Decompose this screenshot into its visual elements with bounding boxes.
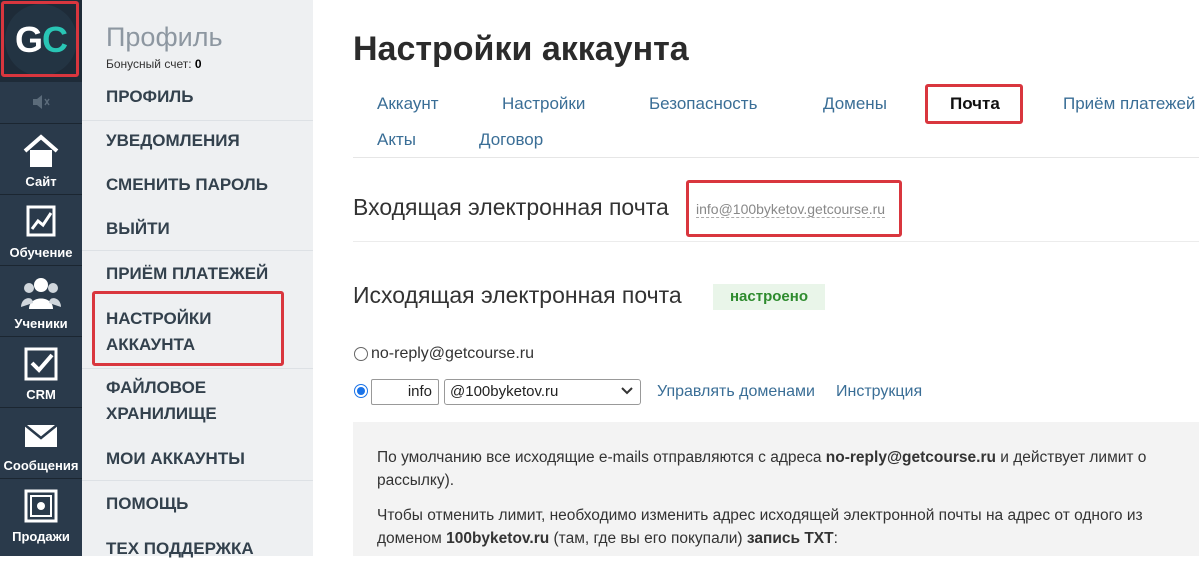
rail-label-messages: Сообщения bbox=[3, 458, 79, 473]
envelope-icon bbox=[24, 424, 58, 447]
account-settings-highlight bbox=[92, 291, 284, 366]
rail-label-learning: Обучение bbox=[9, 245, 73, 260]
menu-item-logout[interactable]: ВЫЙТИ bbox=[106, 216, 170, 242]
chevron-down-icon bbox=[621, 387, 633, 395]
info-text: и действует лимит о bbox=[995, 449, 1147, 466]
info-notice: По умолчанию все исходящие e-mails отпра… bbox=[353, 422, 1199, 556]
info-text: По умолчанию все исходящие e-mails отпра… bbox=[377, 449, 826, 466]
menu-item-notifications[interactable]: УВЕДОМЛЕНИЯ bbox=[106, 128, 240, 154]
menu-divider bbox=[82, 368, 313, 369]
icon-rail: GC Сайт Обучение Ученики CRM Сообщения П… bbox=[0, 0, 82, 556]
info-bold-domain: 100byketov.ru bbox=[446, 530, 550, 547]
menu-item-file-storage[interactable]: ФАЙЛОВОЕ ХРАНИЛИЩЕ bbox=[106, 375, 217, 427]
menu-item-line: ХРАНИЛИЩЕ bbox=[106, 404, 217, 423]
page-title: Настройки аккаунта bbox=[353, 30, 689, 68]
menu-divider bbox=[82, 250, 313, 251]
rail-item-learning[interactable]: Обучение bbox=[0, 194, 82, 265]
radio-default-sender-label[interactable]: no-reply@getcourse.ru bbox=[371, 345, 534, 363]
profile-menu: Профиль Бонусный счет: 0 ПРОФИЛЬ УВЕДОМЛ… bbox=[82, 0, 313, 558]
section-divider bbox=[353, 241, 1199, 242]
tab-acts[interactable]: Акты bbox=[377, 130, 416, 150]
tab-account[interactable]: Аккаунт bbox=[377, 94, 439, 114]
rail-label-site: Сайт bbox=[25, 174, 57, 189]
outgoing-email-label: Исходящая электронная почта bbox=[353, 282, 682, 308]
safe-icon bbox=[24, 489, 58, 523]
home-icon bbox=[23, 134, 59, 167]
menu-item-payments[interactable]: ПРИЁМ ПЛАТЕЖЕЙ bbox=[106, 261, 268, 287]
domain-select[interactable]: @100byketov.ru bbox=[444, 379, 641, 405]
tab-domains[interactable]: Домены bbox=[823, 94, 887, 114]
rail-label-crm: CRM bbox=[26, 387, 56, 402]
menu-item-tech-support[interactable]: ТЕХ ПОДДЕРЖКА bbox=[106, 536, 254, 562]
checkbox-icon bbox=[24, 347, 58, 381]
menu-item-change-password[interactable]: СМЕНИТЬ ПАРОЛЬ bbox=[106, 172, 268, 198]
radio-selected-dot bbox=[357, 387, 365, 395]
bonus-label: Бонусный счет: bbox=[106, 57, 192, 71]
menu-item-my-accounts[interactable]: МОИ АККАУНТЫ bbox=[106, 446, 245, 472]
info-text: : bbox=[833, 530, 838, 547]
rail-item-site[interactable]: Сайт bbox=[0, 123, 82, 194]
menu-divider bbox=[82, 120, 313, 121]
rail-item-sales[interactable]: Продажи bbox=[0, 478, 82, 549]
tab-settings[interactable]: Настройки bbox=[502, 94, 585, 114]
rail-item-crm[interactable]: CRM bbox=[0, 336, 82, 407]
menu-item-line: ФАЙЛОВОЕ bbox=[106, 378, 207, 397]
radio-custom-sender[interactable] bbox=[354, 384, 368, 398]
menu-item-profile[interactable]: ПРОФИЛЬ bbox=[106, 84, 193, 110]
tab-security[interactable]: Безопасность bbox=[649, 94, 757, 114]
menu-title: Профиль bbox=[106, 22, 223, 52]
info-line: Чтобы отменить лимит, необходимо изменит… bbox=[377, 507, 1143, 525]
info-text: Чтобы отменить лимит, необходимо изменит… bbox=[377, 507, 1143, 524]
instructions-link[interactable]: Инструкция bbox=[836, 383, 922, 401]
email-local-part-input[interactable]: info bbox=[371, 379, 439, 405]
radio-default-sender[interactable] bbox=[354, 347, 368, 361]
incoming-email-label: Входящая электронная почта bbox=[353, 194, 669, 220]
info-line: доменом 100byketov.ru (там, где вы его п… bbox=[377, 530, 838, 548]
status-badge: настроено bbox=[713, 284, 825, 310]
logo-container[interactable]: GC bbox=[0, 0, 82, 82]
menu-divider bbox=[82, 480, 313, 481]
rail-label-students: Ученики bbox=[14, 316, 68, 331]
rail-item-students[interactable]: Ученики bbox=[0, 265, 82, 336]
bonus-balance: Бонусный счет: 0 bbox=[106, 57, 202, 71]
info-text: (там, где вы его покупали) bbox=[549, 530, 747, 547]
tabs-divider bbox=[353, 157, 1199, 158]
info-text: рассылку). bbox=[377, 472, 455, 489]
manage-domains-link[interactable]: Управлять доменами bbox=[657, 383, 815, 401]
info-bold-record: запись TXT bbox=[746, 530, 834, 547]
domain-select-value: @100byketov.ru bbox=[450, 383, 559, 400]
tab-payments[interactable]: Приём платежей bbox=[1063, 94, 1195, 114]
main-content: Настройки аккаунта Аккаунт Настройки Без… bbox=[313, 0, 1199, 556]
tab-contract[interactable]: Договор bbox=[479, 130, 543, 150]
users-icon bbox=[21, 278, 61, 309]
tab-mail[interactable]: Почта bbox=[950, 94, 1000, 114]
incoming-email-highlight bbox=[686, 180, 902, 237]
rail-label-sales: Продажи bbox=[12, 529, 70, 544]
chart-icon bbox=[26, 205, 56, 237]
mute-icon[interactable] bbox=[0, 84, 82, 120]
rail-item-messages[interactable]: Сообщения bbox=[0, 407, 82, 478]
info-text: доменом bbox=[377, 530, 447, 547]
info-line: По умолчанию все исходящие e-mails отпра… bbox=[377, 449, 1146, 467]
info-line: рассылку). bbox=[377, 472, 454, 490]
info-bold-email: no-reply@getcourse.ru bbox=[825, 449, 996, 466]
logo-highlight bbox=[1, 1, 79, 77]
menu-item-help[interactable]: ПОМОЩЬ bbox=[106, 491, 188, 517]
bonus-value: 0 bbox=[194, 57, 202, 71]
